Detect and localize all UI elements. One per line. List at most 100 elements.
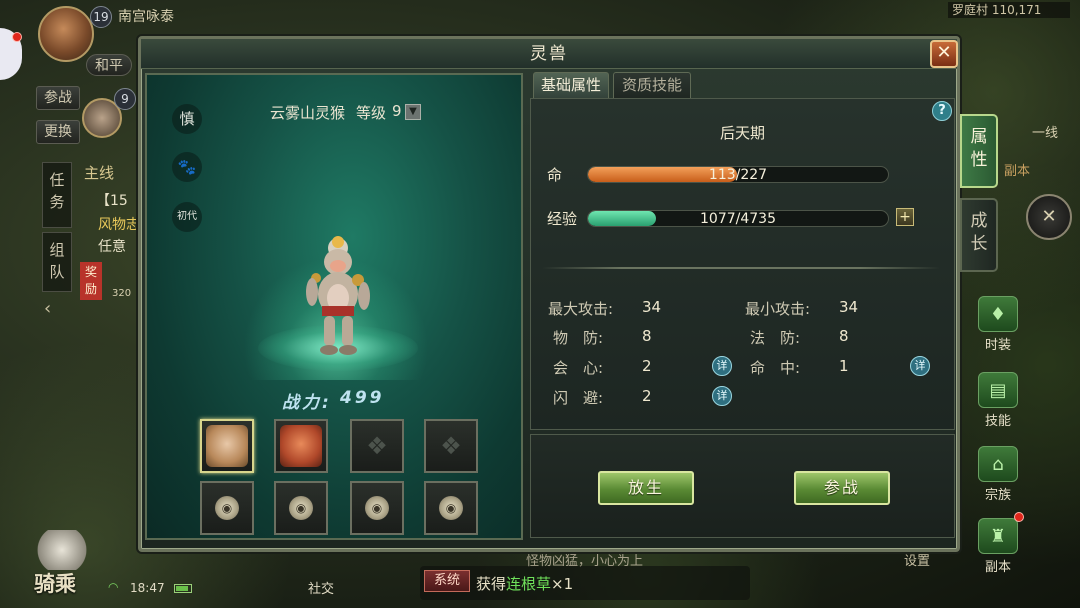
- chat-item[interactable]: 连根草: [506, 575, 551, 593]
- stat-crit-value: 2: [642, 357, 652, 375]
- menu-clan-label: 宗族: [984, 488, 1011, 503]
- pet-fight-button[interactable]: 参战: [36, 86, 80, 110]
- social-button[interactable]: 社交: [308, 578, 334, 597]
- pet-switch-button[interactable]: 更换: [36, 120, 80, 144]
- battery-icon: [174, 584, 192, 593]
- plus-icon: +: [899, 209, 911, 225]
- server-line[interactable]: 一线: [1032, 122, 1058, 141]
- chat-message: 获得连根草×1: [476, 573, 573, 594]
- exp-bar: 1077/4735: [587, 210, 889, 227]
- crit-detail-button[interactable]: 详: [712, 356, 732, 376]
- player-avatar[interactable]: [38, 6, 94, 62]
- fashion-icon: ♦: [978, 296, 1018, 332]
- panel-title: 灵兽: [141, 39, 957, 69]
- fight-button[interactable]: 参战: [794, 471, 890, 505]
- tab-aptitude-skills[interactable]: 资质技能: [613, 72, 691, 98]
- pet-slot-locked-1[interactable]: ◉: [200, 481, 254, 535]
- dungeon-hint: 副本: [1004, 164, 1031, 179]
- stat-max-attack-value: 34: [642, 298, 662, 316]
- tab-attributes-label: 属性: [970, 127, 988, 170]
- map-coordinates: 罗庭村 110,171: [948, 2, 1070, 18]
- quest-desc-2: 任意: [98, 239, 126, 255]
- tab-growth[interactable]: 成长: [960, 198, 998, 272]
- close-button[interactable]: ✕: [930, 40, 958, 68]
- combat-power-value: 499: [340, 388, 385, 408]
- caution-icon[interactable]: 慎: [172, 104, 202, 134]
- reward-tag: 奖励: [80, 262, 102, 300]
- wifi-icon: ◠: [108, 580, 119, 594]
- pet-slot-1[interactable]: [200, 419, 254, 473]
- quest-desc[interactable]: 风物志: [98, 214, 140, 234]
- pk-mode-button[interactable]: 和平: [86, 54, 132, 76]
- clock-time: 18:47: [130, 581, 165, 595]
- collapse-left-icon[interactable]: ‹: [44, 298, 64, 319]
- menu-dungeon[interactable]: ♜ 副本: [970, 518, 1026, 580]
- pet-name: 云雾山灵猴: [270, 104, 346, 122]
- clan-icon: ⌂: [978, 446, 1018, 482]
- pet-select-dropdown[interactable]: ▼: [405, 104, 421, 120]
- tab-growth-label: 成长: [970, 211, 988, 254]
- lock-icon: ◉: [365, 496, 389, 520]
- stat-dodge-label: 闪 避:: [553, 389, 604, 407]
- system-tag: 系统: [424, 570, 470, 592]
- release-button[interactable]: 放生: [598, 471, 694, 505]
- paw-icon[interactable]: 🐾: [172, 152, 202, 182]
- pet-level-label: 等级: [356, 104, 387, 122]
- mount-button[interactable]: 骑乘: [34, 568, 76, 598]
- stat-min-attack-value: 34: [839, 298, 859, 316]
- empty-slot-icon: ❖: [366, 432, 388, 460]
- settings-button[interactable]: 设置: [904, 550, 930, 569]
- reward-count: 320: [112, 288, 132, 299]
- cultivation-stage: 后天期: [719, 124, 765, 142]
- quest-item-label[interactable]: 【15: [96, 190, 128, 210]
- quest-tab[interactable]: 任务: [42, 162, 72, 228]
- tab-attributes[interactable]: 属性: [960, 114, 998, 188]
- stat-hit-label: 命 中:: [750, 359, 801, 377]
- pet-slot-3[interactable]: ❖: [350, 419, 404, 473]
- stat-dodge-value: 2: [642, 387, 652, 405]
- lock-icon: ◉: [215, 496, 239, 520]
- quest-main-label: 主线: [84, 164, 115, 182]
- pet-slot-locked-2[interactable]: ◉: [274, 481, 328, 535]
- stat-hit-value: 1: [839, 357, 849, 375]
- combat-power-label: 战力:: [282, 393, 332, 413]
- dodge-detail-button[interactable]: 详: [712, 386, 732, 406]
- lock-icon: ◉: [439, 496, 463, 520]
- dungeon-icon: ♜: [978, 518, 1018, 554]
- stat-max-attack-label: 最大攻击:: [548, 300, 614, 318]
- menu-skills[interactable]: ▤ 技能: [970, 372, 1026, 434]
- team-tab[interactable]: 组队: [42, 232, 72, 292]
- monkey-avatar-icon: [206, 425, 248, 467]
- pet-level-value: 9: [392, 102, 402, 120]
- hp-bar: 113/227: [587, 166, 889, 183]
- chevron-down-icon: ▼: [409, 106, 417, 117]
- add-exp-button[interactable]: +: [896, 208, 914, 226]
- player-name: 南宫咏泰: [118, 9, 174, 25]
- stat-magic-def-value: 8: [839, 327, 849, 345]
- pet-slot-2[interactable]: [274, 419, 328, 473]
- generation-icon[interactable]: 初代: [172, 202, 202, 232]
- tab-basic-attributes[interactable]: 基础属性: [533, 72, 609, 98]
- stat-min-attack-label: 最小攻击:: [745, 300, 811, 318]
- pet-slot-4[interactable]: ❖: [424, 419, 478, 473]
- help-icon[interactable]: ?: [932, 101, 952, 121]
- chat-qty: ×1: [551, 575, 574, 593]
- hp-label: 命: [547, 166, 563, 184]
- hp-value: 113/227: [708, 167, 768, 183]
- stat-magic-def-label: 法 防:: [750, 329, 801, 347]
- menu-fashion[interactable]: ♦ 时装: [970, 296, 1026, 358]
- menu-dungeon-label: 副本: [984, 560, 1011, 575]
- chat-hint: 怪物凶猛，小心为上: [526, 554, 644, 569]
- menu-clan[interactable]: ⌂ 宗族: [970, 446, 1026, 508]
- hit-detail-button[interactable]: 详: [910, 356, 930, 376]
- player-level-badge: 19: [90, 6, 112, 28]
- menu-skills-label: 技能: [984, 414, 1011, 429]
- empty-slot-icon: ❖: [440, 432, 462, 460]
- pet-slot-locked-3[interactable]: ◉: [350, 481, 404, 535]
- pet-slot-locked-4[interactable]: ◉: [424, 481, 478, 535]
- lock-icon: ◉: [289, 496, 313, 520]
- collapse-menu-icon[interactable]: ✕: [1026, 194, 1072, 240]
- action-panel: [530, 434, 955, 538]
- menu-fashion-label: 时装: [984, 338, 1011, 353]
- stat-phys-def-label: 物 防:: [553, 329, 604, 347]
